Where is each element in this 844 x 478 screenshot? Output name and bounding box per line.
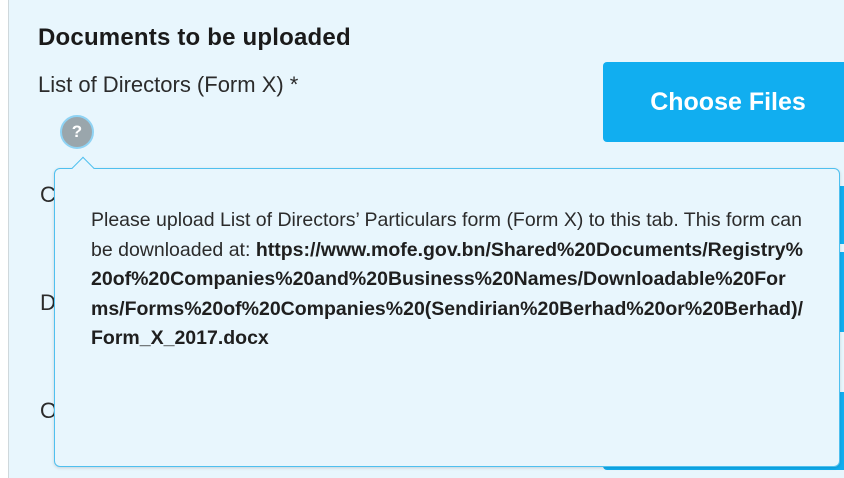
choose-files-button[interactable]: Choose Files — [603, 62, 844, 142]
field-label-list-of-directors: List of Directors (Form X) * — [38, 72, 299, 97]
help-icon[interactable]: ? — [60, 115, 94, 149]
help-tooltip: Please upload List of Directors’ Particu… — [54, 156, 840, 467]
section-title: Documents to be uploaded — [38, 24, 351, 51]
tooltip-text: Please upload List of Directors’ Particu… — [91, 206, 803, 354]
